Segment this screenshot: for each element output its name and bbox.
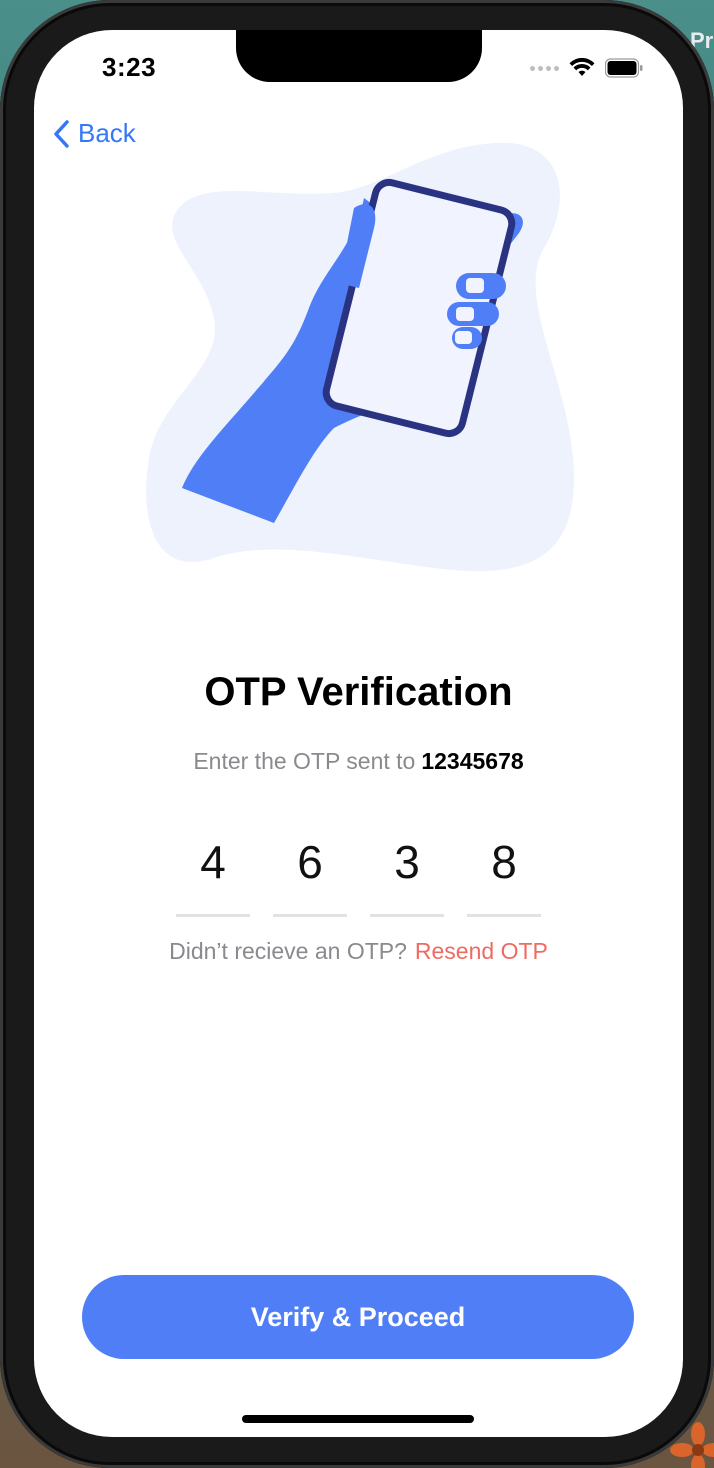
battery-icon — [605, 58, 643, 78]
resend-otp-link[interactable]: Resend OTP — [415, 938, 548, 964]
otp-digit-input-2[interactable]: 6 — [273, 830, 347, 917]
cellular-signal-icon — [530, 65, 559, 71]
otp-digit-input-3[interactable]: 3 — [370, 830, 444, 917]
resend-row: Didn’t recieve an OTP? Resend OTP — [34, 938, 683, 965]
back-label: Back — [78, 118, 136, 148]
page-title: OTP Verification — [204, 670, 513, 714]
home-indicator[interactable] — [242, 1415, 474, 1423]
phone-frame: 3:23 Back OTP Verification Enter the OTP… — [0, 0, 714, 1468]
otp-digit-input-4[interactable]: 8 — [467, 830, 541, 917]
device-notch — [236, 30, 482, 82]
app-screen: 3:23 Back OTP Verification Enter the OTP… — [34, 30, 683, 1437]
back-button[interactable]: Back — [52, 118, 136, 149]
status-icons — [530, 56, 643, 80]
status-time: 3:23 — [102, 52, 157, 82]
otp-input-group: 4 6 3 8 — [176, 830, 546, 920]
hand-holding-phone-illustration — [146, 142, 574, 572]
otp-instructions-prefix: Enter the OTP sent to — [193, 748, 416, 774]
wifi-icon — [569, 58, 595, 76]
phone-number: 12345678 — [421, 748, 524, 774]
resend-prompt: Didn’t recieve an OTP? — [169, 938, 407, 964]
chevron-left-icon — [54, 119, 69, 148]
otp-instructions: Enter the OTP sent to 12345678 — [34, 748, 683, 775]
verify-proceed-button[interactable]: Verify & Proceed — [82, 1275, 634, 1359]
otp-digit-input-1[interactable]: 4 — [176, 830, 250, 917]
